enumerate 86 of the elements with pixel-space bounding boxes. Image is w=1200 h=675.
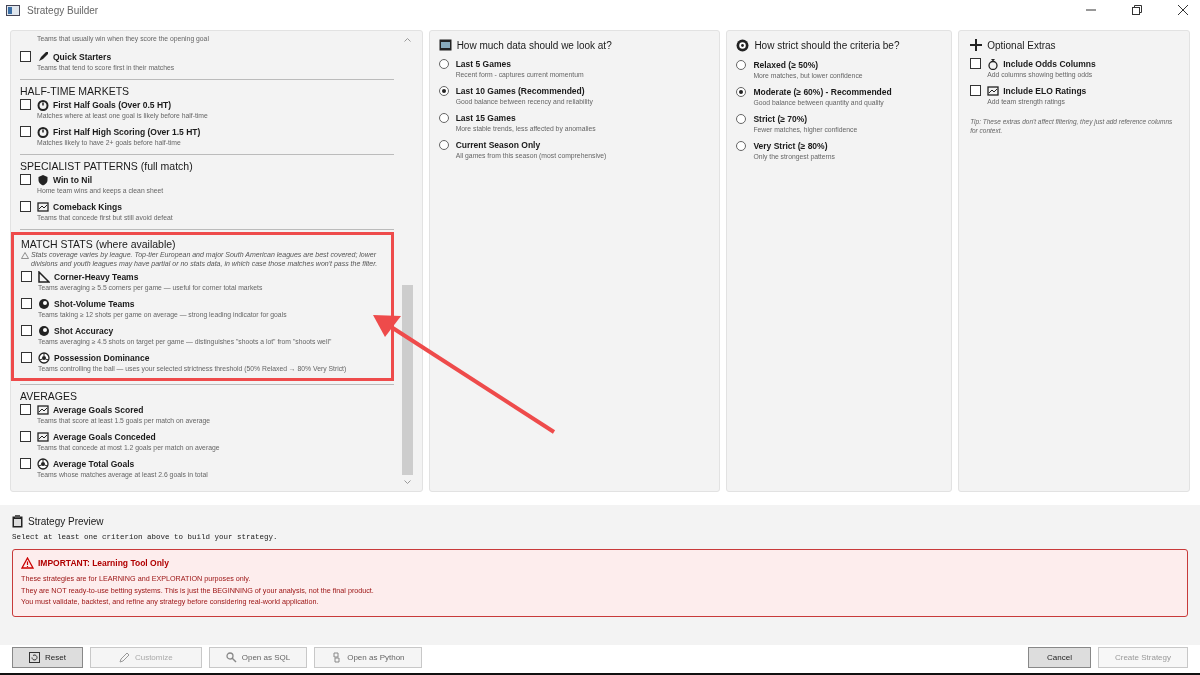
option-label[interactable]: Quick Starters [53,51,112,62]
scroll-thumb[interactable] [401,285,413,475]
option-label[interactable]: Average Goals Scored [53,404,144,415]
scroll-down-icon[interactable] [403,480,411,485]
chart-icon [37,430,49,443]
restore-icon[interactable] [1132,5,1142,15]
option-label[interactable]: Last 15 Games [455,112,516,123]
checkbox[interactable] [20,174,31,185]
option-label[interactable]: Win to Nil [53,174,93,185]
checkbox[interactable] [20,126,31,137]
radio-button[interactable] [736,86,747,97]
section-heading: AVERAGES [20,390,78,402]
section-heading: SPECIALIST PATTERNS (full match) [20,160,194,172]
checkbox[interactable] [20,99,31,110]
close-icon[interactable] [1178,5,1188,15]
target-icon [38,324,50,337]
option-label[interactable]: Shot Accuracy [54,325,114,336]
action-button[interactable]: Reset [12,646,83,668]
warning-icon [21,557,34,569]
option-label[interactable]: First Half High Scoring (Over 1.5 HT) [53,126,201,137]
option-label[interactable]: Very Strict (≥ 80%) [753,140,828,151]
plus-icon [970,39,983,51]
checkbox[interactable] [20,51,31,62]
radio-button[interactable] [736,59,747,70]
app-icon [6,4,20,16]
warning-icon [21,252,29,259]
checkbox[interactable] [21,325,32,336]
radio-button[interactable] [438,139,449,150]
option-label[interactable]: Strict (≥ 70%) [753,113,808,124]
option-label[interactable]: Current Season Only [455,139,541,150]
option-label[interactable]: Corner-Heavy Teams [54,271,139,282]
stopwatch-icon [37,98,49,111]
search-icon [225,651,237,663]
chart-icon [987,84,1000,97]
chart-icon [37,200,49,213]
clipboard-icon [12,515,23,528]
option-label[interactable]: Possession Dominance [54,352,150,363]
checkbox[interactable] [20,431,31,442]
option-label[interactable]: Comeback Kings [53,201,122,212]
stopwatch-icon [37,125,49,138]
radio-button[interactable] [736,113,747,124]
chart-icon [37,403,49,416]
soccer-ball-icon [37,457,49,470]
section-heading: MATCH STATS (where available) [21,238,177,250]
target-icon [38,297,50,310]
shield-icon [37,173,49,186]
radio-button[interactable] [736,140,747,151]
action-button[interactable]: Open as SQL [208,646,308,668]
checkbox[interactable] [970,85,982,96]
checkbox[interactable] [970,58,982,69]
option-label[interactable]: Moderate (≥ 60%) - Recommended [753,86,892,97]
checkbox[interactable] [20,458,31,469]
scrollbar[interactable] [401,37,413,485]
triangle-ruler-icon [38,270,50,283]
preview-title: Strategy Preview [28,516,104,527]
monitor-icon [438,39,452,51]
option-label[interactable]: Last 5 Games [455,58,511,69]
checkbox[interactable] [20,404,31,415]
radio-button[interactable] [438,85,449,96]
option-label[interactable]: Average Goals Conceded [53,431,156,442]
scroll-up-icon[interactable] [403,37,411,42]
checkbox[interactable] [21,352,32,363]
action-button[interactable]: Open as Python [314,646,422,668]
pencil-icon [118,651,130,663]
reset-icon [29,651,40,663]
option-label[interactable]: Shot-Volume Teams [54,298,135,309]
radio-button[interactable] [438,112,449,123]
option-label[interactable]: First Half Goals (Over 0.5 HT) [53,99,172,110]
warning-title: IMPORTANT: Learning Tool Only [38,558,169,568]
checkbox[interactable] [21,271,32,282]
option-label[interactable]: Include ELO Ratings [1003,85,1087,96]
panel-title: Optional Extras [987,39,1056,51]
checkbox[interactable] [20,201,31,212]
panel-title: How much data should we look at? [456,39,612,51]
action-button[interactable]: Cancel [1028,646,1091,668]
option-label[interactable]: Relaxed (≥ 50%) [753,59,819,70]
checkbox[interactable] [21,298,32,309]
soccer-ball-icon [38,351,50,364]
option-label[interactable]: Last 10 Games (Recommended) [455,85,585,96]
panel-title: How strict should the criteria be? [754,40,900,51]
radio-button[interactable] [438,58,449,69]
option-label[interactable]: Include Odds Columns [1003,58,1096,69]
window-title: Strategy Builder [27,4,99,16]
section-heading: HALF-TIME MARKETS [20,85,131,97]
option-label[interactable]: Average Total Goals [53,458,135,469]
target-icon [736,39,750,52]
